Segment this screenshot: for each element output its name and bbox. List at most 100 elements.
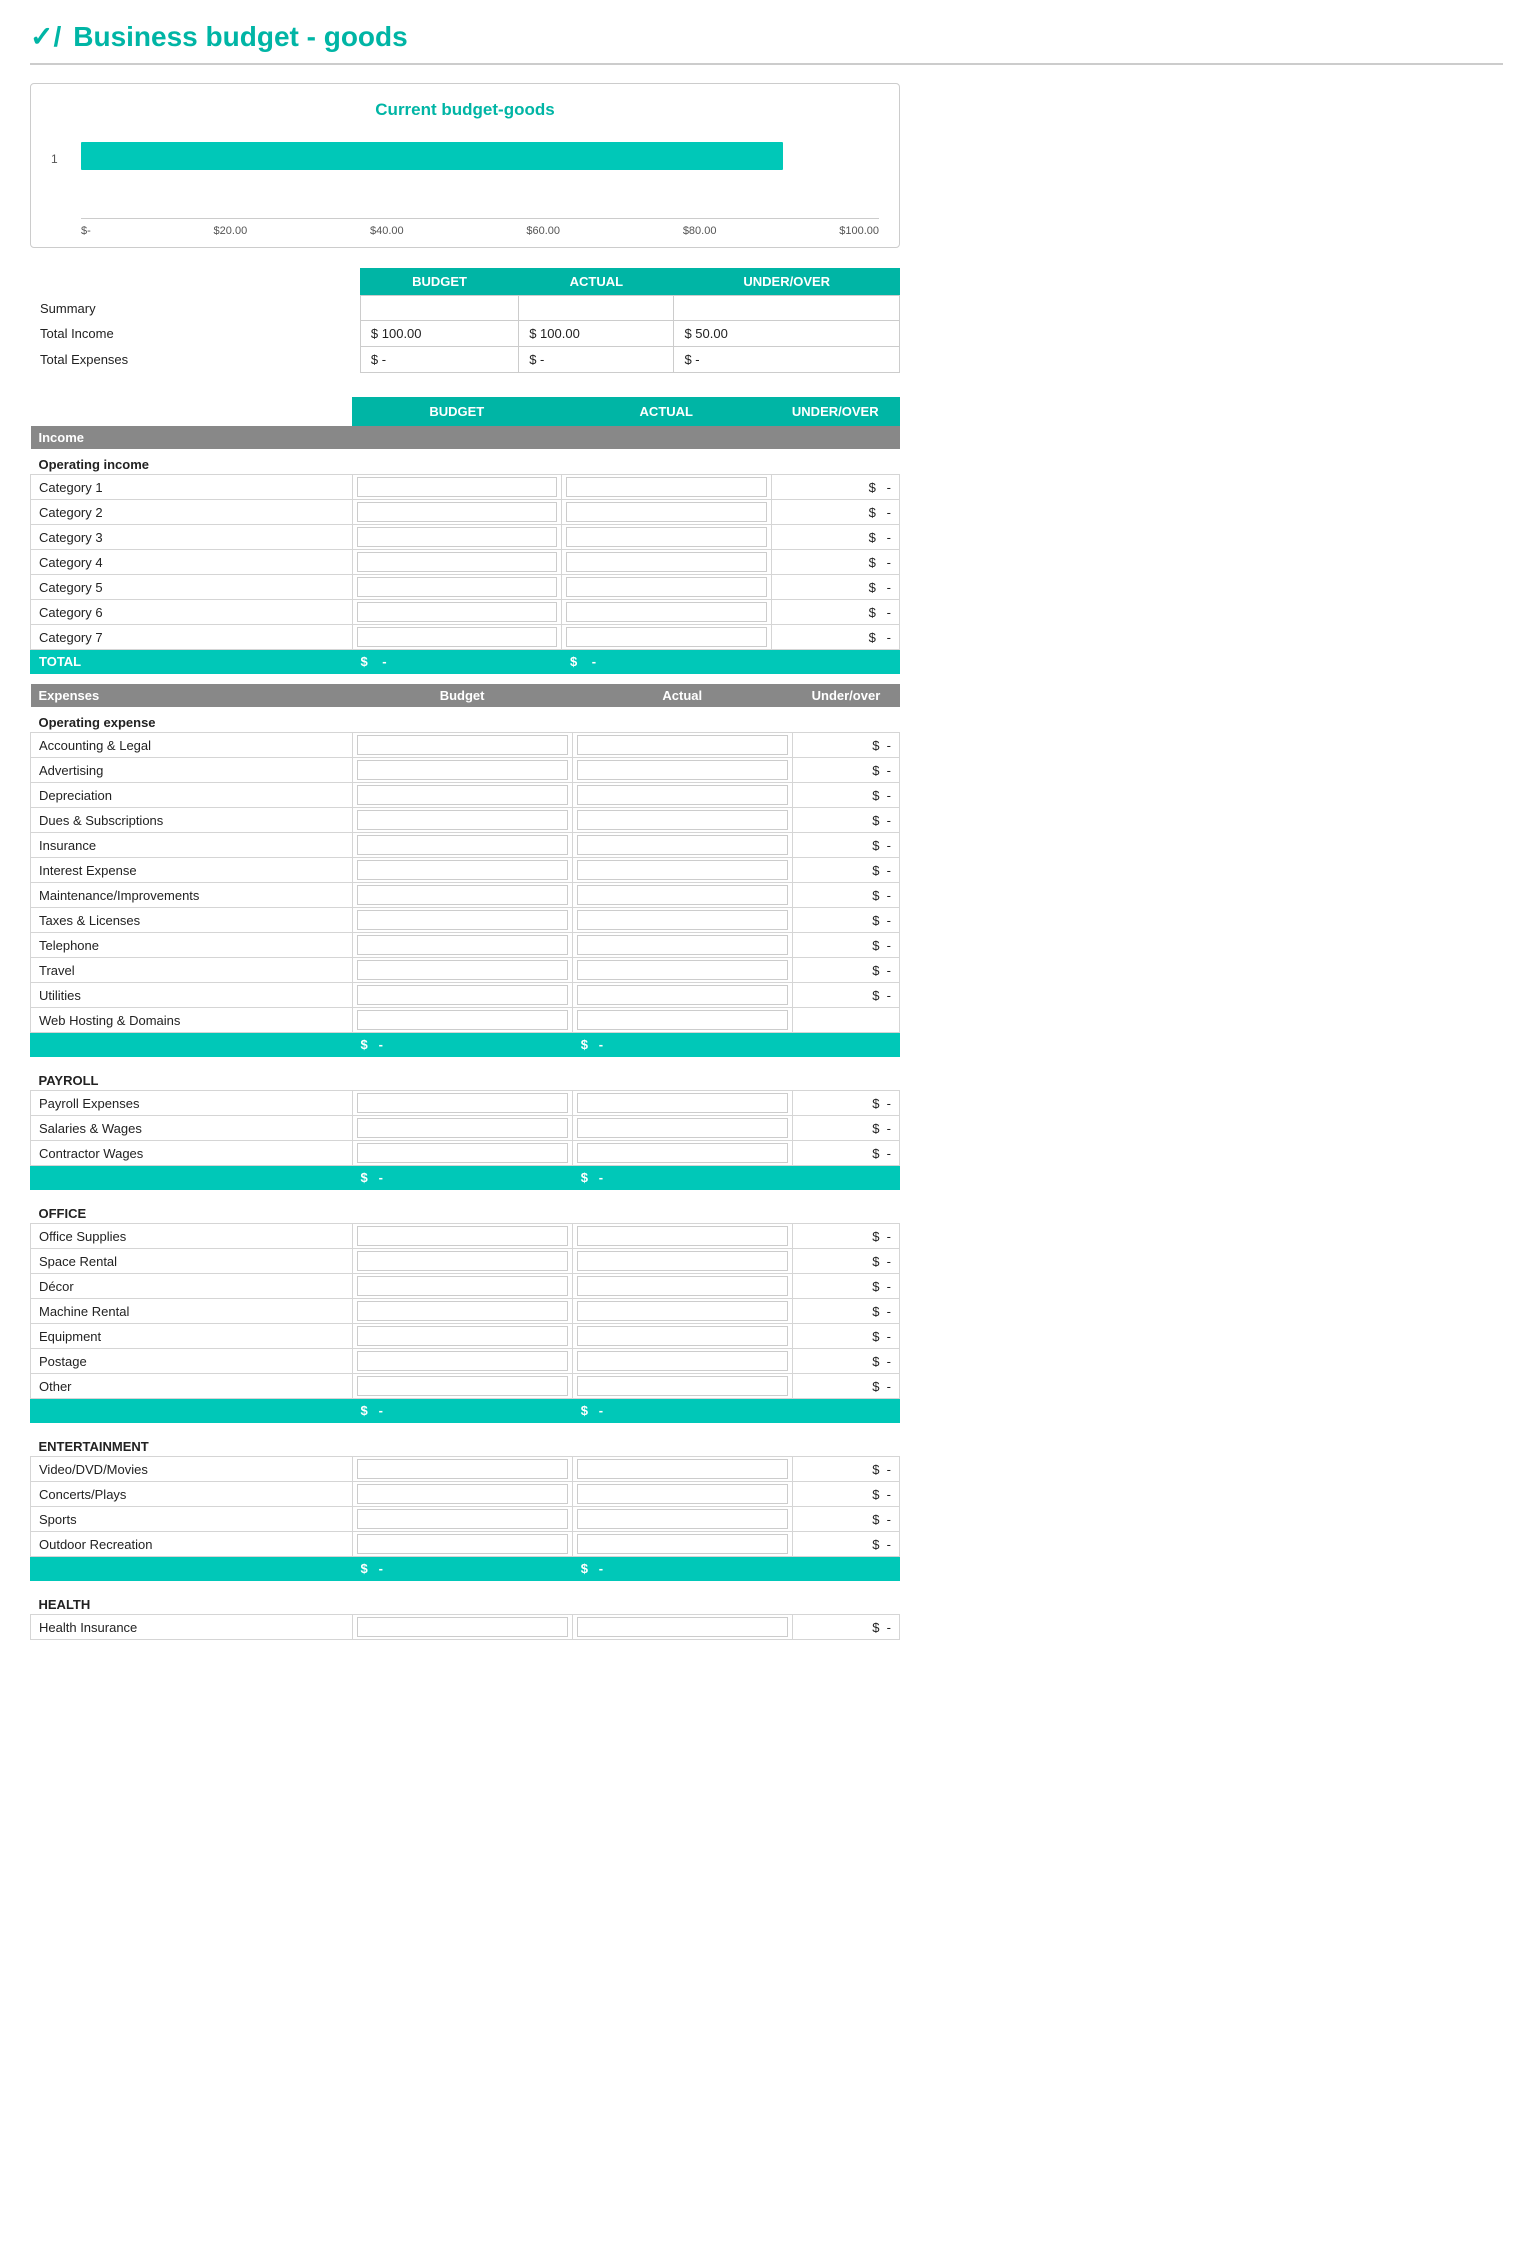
budget-input[interactable] [357, 1010, 568, 1030]
budget-input[interactable] [357, 552, 558, 572]
budget-input[interactable] [357, 1617, 568, 1637]
expense-label: Other [31, 1374, 353, 1399]
expense-label: Salaries & Wages [31, 1116, 353, 1141]
actual-input[interactable] [577, 1251, 788, 1271]
budget-input[interactable] [357, 1509, 568, 1529]
x-label-1: $20.00 [214, 225, 248, 237]
budget-input[interactable] [357, 935, 568, 955]
budget-input[interactable] [357, 627, 558, 647]
actual-input[interactable] [577, 1376, 788, 1396]
budget-input[interactable] [357, 1251, 568, 1271]
actual-input[interactable] [577, 835, 788, 855]
actual-input[interactable] [577, 760, 788, 780]
summary-row-income: Total Income $ 100.00 $ 100.00 $ 50.00 [30, 321, 900, 347]
income-col-actual: ACTUAL [562, 397, 772, 426]
actual-input[interactable] [577, 1459, 788, 1479]
actual-input[interactable] [577, 1484, 788, 1504]
actual-input[interactable] [577, 1509, 788, 1529]
actual-input[interactable] [577, 1010, 788, 1030]
actual-input[interactable] [566, 477, 767, 497]
budget-input[interactable] [357, 810, 568, 830]
budget-input[interactable] [357, 1376, 568, 1396]
actual-input[interactable] [577, 1534, 788, 1554]
spacer [31, 1190, 900, 1199]
actual-input[interactable] [577, 985, 788, 1005]
spacer [31, 1423, 900, 1432]
expense-label: Office Supplies [31, 1224, 353, 1249]
expense-label: Insurance [31, 833, 353, 858]
budget-input[interactable] [357, 502, 558, 522]
budget-input[interactable] [357, 1118, 568, 1138]
actual-input[interactable] [577, 735, 788, 755]
actual-input[interactable] [577, 1351, 788, 1371]
expense-label: Accounting & Legal [31, 733, 353, 758]
summary-expenses-underover: $ - [674, 347, 900, 373]
budget-input[interactable] [357, 1484, 568, 1504]
expense-underover: $ - [792, 933, 899, 958]
budget-input[interactable] [357, 1226, 568, 1246]
actual-input[interactable] [566, 527, 767, 547]
actual-input[interactable] [577, 1617, 788, 1637]
actual-input[interactable] [577, 1226, 788, 1246]
actual-input[interactable] [566, 602, 767, 622]
summary-income-actual: $ 100.00 [519, 321, 674, 347]
entertainment-subtotal-underover [792, 1557, 899, 1581]
actual-input[interactable] [577, 1143, 788, 1163]
table-row: Video/DVD/Movies $ - [31, 1457, 900, 1482]
actual-input[interactable] [577, 1301, 788, 1321]
budget-input[interactable] [357, 860, 568, 880]
budget-input[interactable] [357, 985, 568, 1005]
actual-input[interactable] [577, 1118, 788, 1138]
budget-input[interactable] [357, 1351, 568, 1371]
budget-input[interactable] [357, 1459, 568, 1479]
actual-input[interactable] [577, 910, 788, 930]
actual-input[interactable] [566, 627, 767, 647]
actual-input[interactable] [577, 785, 788, 805]
budget-input[interactable] [357, 1276, 568, 1296]
actual-input[interactable] [577, 810, 788, 830]
budget-input[interactable] [357, 835, 568, 855]
actual-input[interactable] [577, 960, 788, 980]
budget-input[interactable] [357, 1301, 568, 1321]
category-budget-input[interactable] [352, 475, 562, 500]
budget-input[interactable] [357, 527, 558, 547]
budget-input[interactable] [357, 1093, 568, 1113]
actual-input[interactable] [577, 1093, 788, 1113]
budget-input[interactable] [357, 1534, 568, 1554]
budget-input[interactable] [357, 785, 568, 805]
actual-input[interactable] [566, 502, 767, 522]
budget-input[interactable] [357, 960, 568, 980]
category-actual-input[interactable] [562, 475, 772, 500]
table-row: Depreciation $ - [31, 783, 900, 808]
budget-input[interactable] [357, 577, 558, 597]
expense-underover: $ - [792, 858, 899, 883]
budget-input[interactable] [357, 760, 568, 780]
x-label-2: $40.00 [370, 225, 404, 237]
actual-input[interactable] [577, 1326, 788, 1346]
table-row: Category 4 $ - [31, 550, 900, 575]
budget-input[interactable] [357, 735, 568, 755]
budget-input[interactable] [357, 477, 558, 497]
budget-input[interactable] [357, 1326, 568, 1346]
actual-input[interactable] [566, 552, 767, 572]
budget-input[interactable] [357, 1143, 568, 1163]
table-row: Category 7 $ - [31, 625, 900, 650]
table-row: Web Hosting & Domains [31, 1008, 900, 1033]
actual-input[interactable] [577, 885, 788, 905]
expense-label: Depreciation [31, 783, 353, 808]
actual-input[interactable] [577, 860, 788, 880]
office-header: OFFICE [31, 1198, 900, 1224]
health-header: HEALTH [31, 1589, 900, 1615]
actual-input[interactable] [577, 1276, 788, 1296]
table-row: Equipment $ - [31, 1324, 900, 1349]
actual-input[interactable] [566, 577, 767, 597]
operating-expense-label: Operating expense [31, 707, 900, 733]
summary-col-actual: ACTUAL [519, 268, 674, 296]
table-row: Postage $ - [31, 1349, 900, 1374]
budget-input[interactable] [357, 910, 568, 930]
table-row: Outdoor Recreation $ - [31, 1532, 900, 1557]
actual-input[interactable] [577, 935, 788, 955]
table-row: Telephone $ - [31, 933, 900, 958]
budget-input[interactable] [357, 885, 568, 905]
budget-input[interactable] [357, 602, 558, 622]
